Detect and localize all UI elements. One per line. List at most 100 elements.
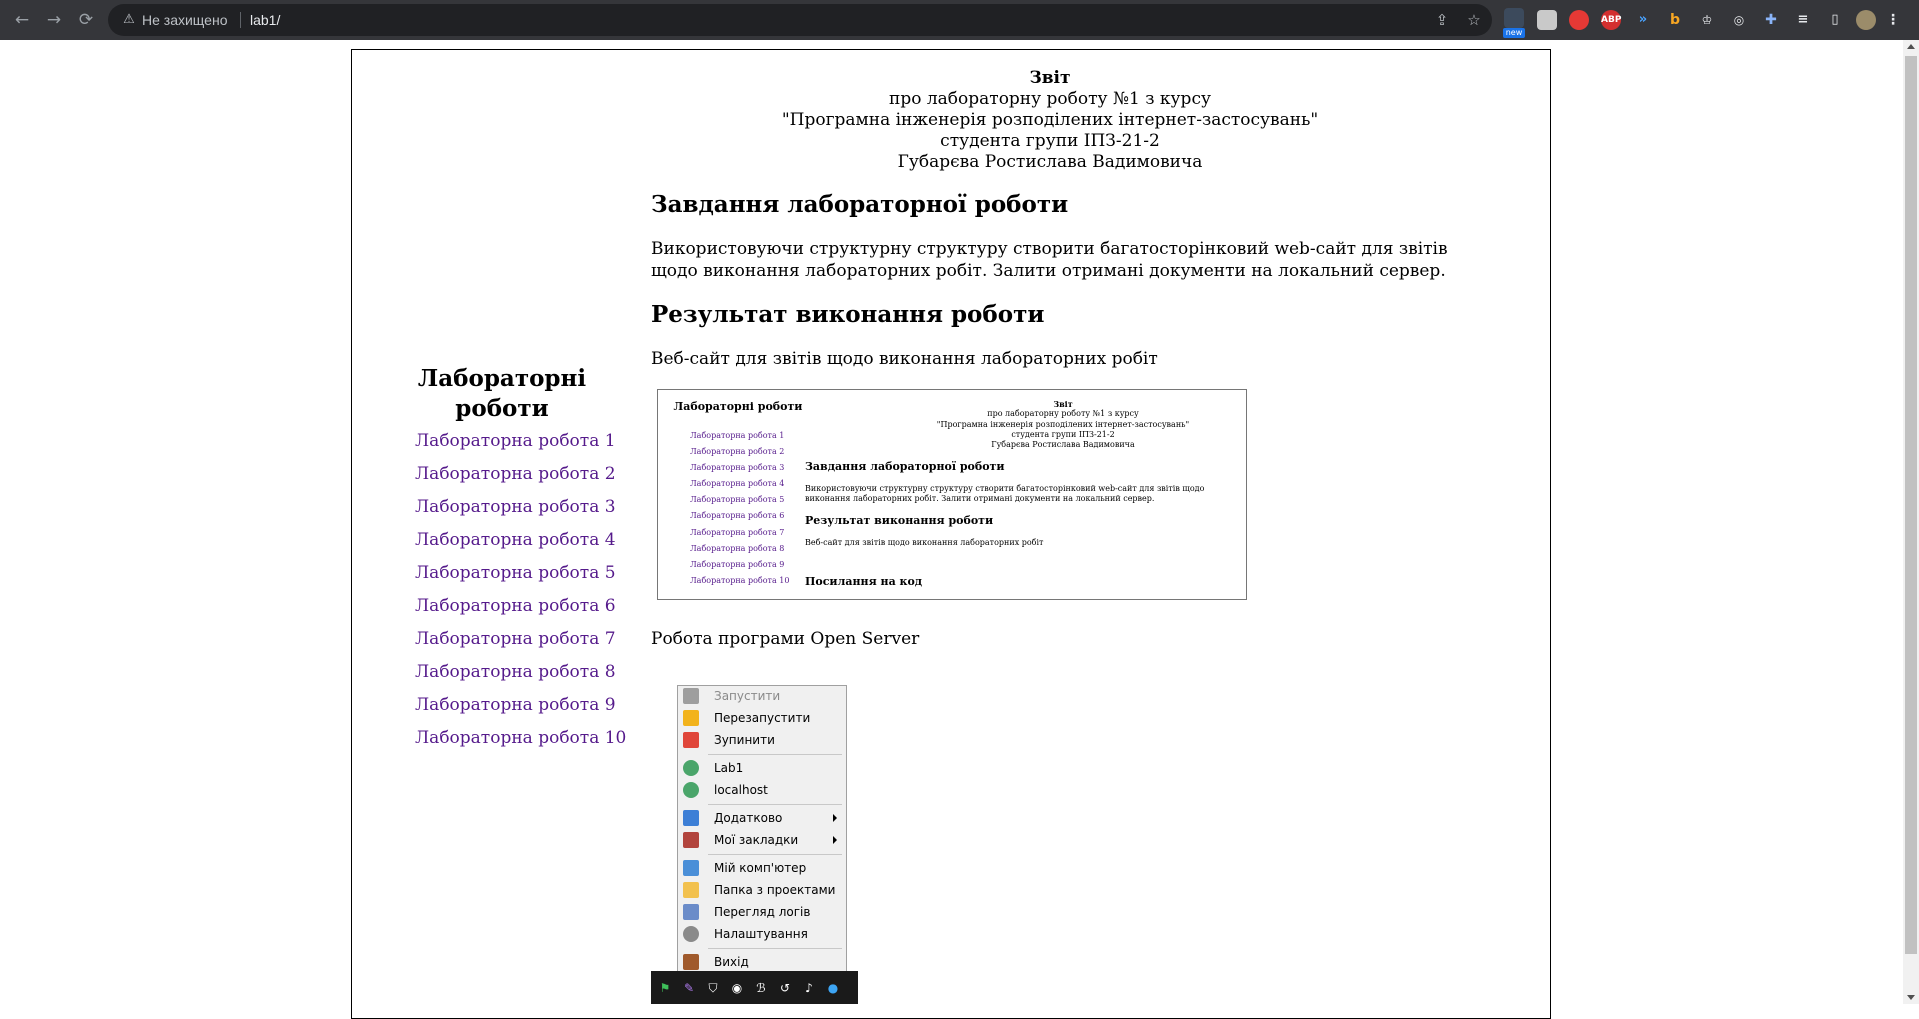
shapes-icon <box>683 810 699 826</box>
thumb-result-text: Веб-сайт для звітів щодо виконання лабор… <box>805 538 1044 547</box>
menu-item-exit[interactable]: Вихід <box>678 952 846 972</box>
copilot-icon[interactable]: ◉ <box>729 980 745 996</box>
feather-icon[interactable]: ✎ <box>681 980 697 996</box>
report-line-4: Губарєва Ростислава Вадимовича <box>897 152 1203 172</box>
open-server-caption: Робота програми Open Server <box>651 629 920 649</box>
scroll-up-icon[interactable] <box>1907 44 1915 49</box>
thumb-task-text: Використовуючи структурну структуру ство… <box>805 484 1205 503</box>
report-line-2: "Програмна інженерія розподілених інтерн… <box>781 110 1319 130</box>
menu-separator <box>708 804 842 805</box>
browser-toolbar: ← → ⟳ ⚠ Не захищено lab1/ ⇪ ☆ new ABP » … <box>0 0 1919 40</box>
green-flag-icon[interactable]: ⚑ <box>657 980 673 996</box>
refresh-icon[interactable]: ↺ <box>777 980 793 996</box>
menu-item-lab1[interactable]: Lab1 <box>678 758 846 778</box>
lab-link-10[interactable]: Лабораторна робота 10 <box>415 728 626 748</box>
thumb-report-line-4: Губарєва Ростислава Вадимовича <box>991 440 1135 450</box>
menu-item-start[interactable]: Запустити <box>678 686 846 706</box>
shield-icon[interactable]: ⛉ <box>705 980 721 996</box>
menu-item-label: Вихід <box>714 955 749 969</box>
thumb-lab-link: Лабораторна робота 9 <box>690 559 785 569</box>
page-scrollbar[interactable] <box>1903 40 1919 1004</box>
recorder-icon[interactable] <box>1569 10 1589 30</box>
thumb-code-heading: Посилання на код <box>805 575 923 588</box>
menu-item-bookmarks[interactable]: Мої закладки <box>678 830 846 850</box>
globe-icon <box>683 760 699 776</box>
menu-item-label: Папка з проектами <box>714 883 836 897</box>
translate-icon[interactable]: » <box>1633 10 1653 30</box>
back-button[interactable]: ← <box>10 8 34 32</box>
menu-item-view-logs[interactable]: Перегляд логів <box>678 902 846 922</box>
reader-icon[interactable]: ♔ <box>1697 10 1717 30</box>
lab-link-3[interactable]: Лабораторна робота 3 <box>415 497 616 517</box>
menu-item-projects-folder[interactable]: Папка з проектами <box>678 880 846 900</box>
new-badge: new <box>1503 28 1525 38</box>
task-heading: Завдання лабораторної роботи <box>651 191 1069 218</box>
screenshot-icon[interactable] <box>1537 10 1557 30</box>
lab-links: Лабораторна робота 1 Лабораторна робота … <box>415 428 626 758</box>
menu-item-settings[interactable]: Налаштування <box>678 924 846 944</box>
menu-item-label: Додатково <box>714 811 783 825</box>
menu-item-label: Перегляд логів <box>714 905 811 919</box>
scroll-thumb[interactable] <box>1905 56 1917 954</box>
lab-link-7[interactable]: Лабораторна робота 7 <box>415 629 616 649</box>
menu-item-my-computer[interactable]: Мій комп'ютер <box>678 858 846 878</box>
menu-kebab-icon[interactable]: ⋮ <box>1886 10 1900 30</box>
thumb-lab-links: Лабораторна робота 1 Лабораторна робота … <box>690 428 789 589</box>
scroll-down-icon[interactable] <box>1907 995 1915 1000</box>
bing-icon[interactable]: b <box>1665 10 1685 30</box>
taskbar-tray: ⚑ ✎ ⛉ ◉ ℬ ↺ ♪ ● <box>651 971 858 1004</box>
new-extension-icon[interactable] <box>1504 8 1524 28</box>
thumb-task-heading: Завдання лабораторної роботи <box>805 460 1005 473</box>
lab-link-4[interactable]: Лабораторна робота 4 <box>415 530 616 550</box>
bing-icon[interactable]: ℬ <box>753 980 769 996</box>
submenu-arrow-icon <box>833 814 837 822</box>
menu-item-label: Lab1 <box>714 761 744 775</box>
thumb-report-header: Звіт про лабораторну роботу №1 з курсу "… <box>878 399 1246 450</box>
lab-link-1[interactable]: Лабораторна робота 1 <box>415 431 616 451</box>
menu-separator <box>708 854 842 855</box>
lab-link-6[interactable]: Лабораторна робота 6 <box>415 596 616 616</box>
sidepanel-icon[interactable]: ▯ <box>1825 10 1845 30</box>
microphone-icon[interactable]: ♪ <box>801 980 817 996</box>
open-server-menu: Запустити Перезапустити Зупинити Lab1 lo… <box>677 685 847 981</box>
gray-flag-icon <box>683 688 699 704</box>
lab-link-5[interactable]: Лабораторна робота 5 <box>415 563 616 583</box>
thumb-lab-link: Лабораторна робота 7 <box>690 527 785 537</box>
thumb-report-line-2: "Програмна інженерія розподілених інтерн… <box>936 419 1190 429</box>
menu-item-restart[interactable]: Перезапустити <box>678 708 846 728</box>
puzzle-icon[interactable]: ✚ <box>1761 10 1781 30</box>
address-bar[interactable]: ⚠ Не захищено lab1/ ⇪ ☆ <box>108 4 1492 36</box>
thumb-lab-link: Лабораторна робота 3 <box>690 463 785 473</box>
submenu-arrow-icon <box>833 836 837 844</box>
computer-icon <box>683 860 699 876</box>
forward-button[interactable]: → <box>42 8 66 32</box>
menu-item-label: localhost <box>714 783 768 797</box>
star-icon[interactable]: ☆ <box>1464 10 1484 30</box>
menu-item-localhost[interactable]: localhost <box>678 780 846 800</box>
menu-item-additional[interactable]: Додатково <box>678 808 846 828</box>
menu-item-stop[interactable]: Зупинити <box>678 730 846 750</box>
menu-separator <box>708 754 842 755</box>
task-text: Використовуючи структурну структуру ство… <box>651 239 1448 281</box>
lab-link-2[interactable]: Лабораторна робота 2 <box>415 464 616 484</box>
website-screenshot: Лабораторні роботи Лабораторна робота 1 … <box>657 389 1247 600</box>
lab-link-9[interactable]: Лабораторна робота 9 <box>415 695 616 715</box>
menu-item-label: Налаштування <box>714 927 808 941</box>
url-text[interactable]: lab1/ <box>250 11 280 29</box>
menu-item-label: Запустити <box>714 689 781 703</box>
lab-link-8[interactable]: Лабораторна робота 8 <box>415 662 616 682</box>
share-icon[interactable]: ⇪ <box>1432 10 1452 30</box>
menu-separator <box>708 948 842 949</box>
report-line-1: про лабораторну роботу №1 з курсу <box>889 89 1211 109</box>
globe-icon[interactable]: ● <box>825 980 841 996</box>
thumb-result-heading: Результат виконання роботи <box>805 514 994 527</box>
thumb-lab-link: Лабораторна робота 4 <box>690 479 785 489</box>
media-icon[interactable]: ≡ <box>1793 10 1813 30</box>
glasses-icon[interactable]: ◎ <box>1729 10 1749 30</box>
warning-icon[interactable]: ⚠ <box>120 11 138 29</box>
profile-avatar[interactable] <box>1856 10 1876 30</box>
not-secure-label[interactable]: Не захищено <box>142 11 227 29</box>
globe-icon <box>683 782 699 798</box>
adblock-icon[interactable]: ABP <box>1601 10 1621 30</box>
reload-button[interactable]: ⟳ <box>74 8 98 32</box>
